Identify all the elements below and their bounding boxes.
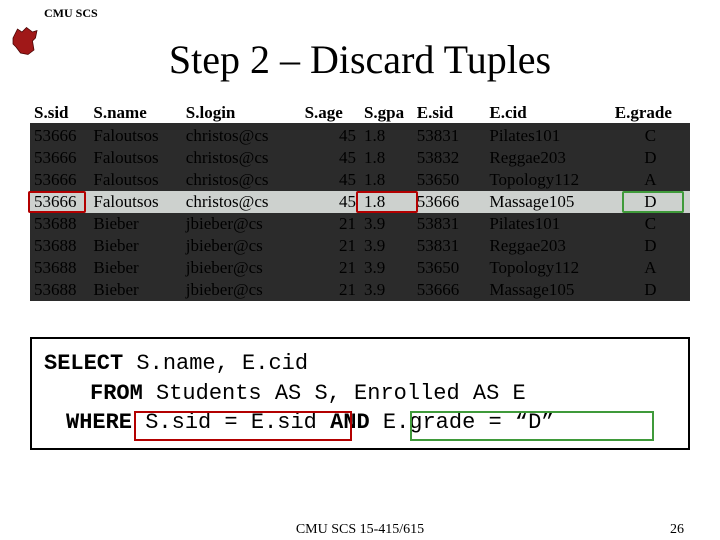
table-cell: Bieber (89, 235, 181, 257)
table-cell: A (611, 169, 690, 191)
header-label: CMU SCS (44, 6, 98, 21)
tuple-table-container: S.sidS.nameS.loginS.ageS.gpaE.sidE.cidE.… (30, 101, 690, 301)
table-row: 53688Bieberjbieber@cs213.953831Pilates10… (30, 213, 690, 235)
sql-where-filter: E.grade = “D” (370, 410, 555, 435)
table-cell: Faloutsos (89, 169, 181, 191)
table-row: 53666Faloutsoschristos@cs451.853832Regga… (30, 147, 690, 169)
table-cell: C (611, 125, 690, 147)
table-cell: 3.9 (360, 213, 413, 235)
table-row: 53688Bieberjbieber@cs213.953650Topology1… (30, 257, 690, 279)
column-header: E.sid (413, 101, 486, 125)
table-row: 53666Faloutsoschristos@cs451.853831Pilat… (30, 125, 690, 147)
table-cell: jbieber@cs (182, 279, 301, 301)
table-cell: 53666 (413, 191, 486, 213)
table-cell: 45 (301, 191, 360, 213)
table-cell: 21 (301, 279, 360, 301)
table-cell: jbieber@cs (182, 257, 301, 279)
table-cell: 53831 (413, 213, 486, 235)
footer-course: CMU SCS 15-415/615 (0, 522, 720, 538)
table-cell: christos@cs (182, 125, 301, 147)
sql-query-box: SELECT S.name, E.cid FROM Students AS S,… (30, 337, 690, 450)
table-cell: 53666 (30, 125, 89, 147)
table-cell: Topology112 (485, 169, 610, 191)
table-cell: 1.8 (360, 147, 413, 169)
table-cell: Faloutsos (89, 147, 181, 169)
table-cell: 21 (301, 257, 360, 279)
table-cell: D (611, 191, 690, 213)
table-cell: jbieber@cs (182, 213, 301, 235)
sql-line-2: FROM Students AS S, Enrolled AS E (44, 379, 676, 409)
sql-keyword-select: SELECT (44, 351, 123, 376)
table-cell: Massage105 (485, 279, 610, 301)
table-cell: 45 (301, 169, 360, 191)
column-header: E.cid (485, 101, 610, 125)
table-cell: Faloutsos (89, 191, 181, 213)
table-cell: A (611, 257, 690, 279)
column-header: S.name (89, 101, 181, 125)
table-cell: 53688 (30, 257, 89, 279)
table-cell: Massage105 (485, 191, 610, 213)
table-cell: 53831 (413, 125, 486, 147)
scotty-dog-logo (10, 24, 40, 58)
table-cell: 1.8 (360, 125, 413, 147)
table-cell: 21 (301, 235, 360, 257)
column-header: E.grade (611, 101, 690, 125)
table-cell: Reggae203 (485, 147, 610, 169)
table-cell: 1.8 (360, 169, 413, 191)
table-cell: 53650 (413, 169, 486, 191)
table-cell: 1.8 (360, 191, 413, 213)
table-cell: 3.9 (360, 257, 413, 279)
table-cell: 3.9 (360, 279, 413, 301)
table-row: 53688Bieberjbieber@cs213.953831Reggae203… (30, 235, 690, 257)
sql-select-cols: S.name, E.cid (123, 351, 308, 376)
table-cell: Bieber (89, 213, 181, 235)
table-cell: jbieber@cs (182, 235, 301, 257)
table-cell: 53688 (30, 235, 89, 257)
sql-where-join: S.sid = E.sid (132, 410, 330, 435)
footer-page-number: 26 (670, 522, 684, 538)
column-header: S.gpa (360, 101, 413, 125)
table-cell: Bieber (89, 279, 181, 301)
table-cell: 53688 (30, 213, 89, 235)
sql-keyword-where: WHERE (66, 410, 132, 435)
table-cell: Bieber (89, 257, 181, 279)
column-header: S.sid (30, 101, 89, 125)
table-cell: Pilates101 (485, 125, 610, 147)
table-cell: 53666 (30, 191, 89, 213)
sql-line-3: WHERE S.sid = E.sid AND E.grade = “D” (44, 408, 676, 438)
tuple-table: S.sidS.nameS.loginS.ageS.gpaE.sidE.cidE.… (30, 101, 690, 301)
table-cell: D (611, 235, 690, 257)
sql-keyword-and: AND (330, 410, 370, 435)
table-cell: Pilates101 (485, 213, 610, 235)
table-cell: 53650 (413, 257, 486, 279)
table-cell: 53831 (413, 235, 486, 257)
table-row: 53666Faloutsoschristos@cs451.853650Topol… (30, 169, 690, 191)
table-cell: 53666 (413, 279, 486, 301)
slide-title: Step 2 – Discard Tuples (0, 36, 720, 83)
table-row: 53666Faloutsoschristos@cs451.853666Massa… (30, 191, 690, 213)
column-header: S.age (301, 101, 360, 125)
table-cell: 53832 (413, 147, 486, 169)
table-cell: 45 (301, 147, 360, 169)
table-cell: christos@cs (182, 169, 301, 191)
table-cell: D (611, 279, 690, 301)
table-cell: christos@cs (182, 191, 301, 213)
sql-from-clause: Students AS S, Enrolled AS E (143, 381, 526, 406)
table-cell: 53666 (30, 169, 89, 191)
table-cell: D (611, 147, 690, 169)
sql-line-1: SELECT S.name, E.cid (44, 349, 676, 379)
table-row: 53688Bieberjbieber@cs213.953666Massage10… (30, 279, 690, 301)
table-cell: Faloutsos (89, 125, 181, 147)
table-cell: 21 (301, 213, 360, 235)
table-cell: C (611, 213, 690, 235)
table-cell: 3.9 (360, 235, 413, 257)
column-header: S.login (182, 101, 301, 125)
table-cell: Reggae203 (485, 235, 610, 257)
table-cell: 45 (301, 125, 360, 147)
table-cell: Topology112 (485, 257, 610, 279)
table-cell: 53688 (30, 279, 89, 301)
table-cell: christos@cs (182, 147, 301, 169)
sql-keyword-from: FROM (90, 381, 143, 406)
table-cell: 53666 (30, 147, 89, 169)
